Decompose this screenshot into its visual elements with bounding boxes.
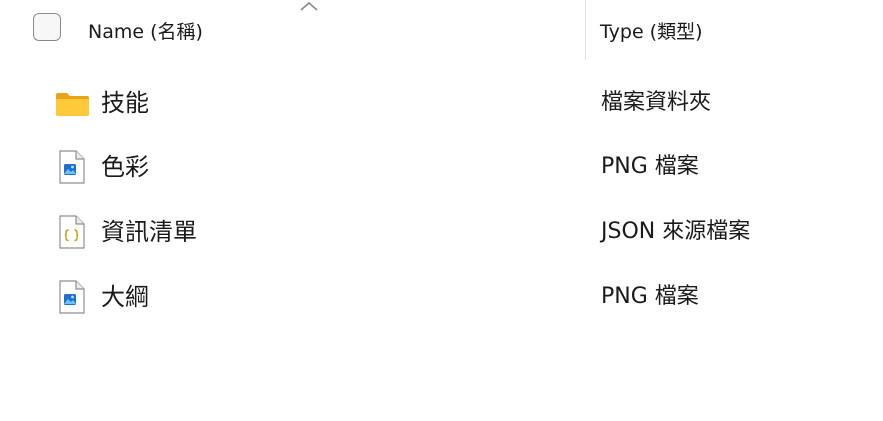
- file-row-manifest[interactable]: 資訊清單 JSON 來源檔案: [0, 207, 883, 257]
- file-type: 檔案資料夾: [601, 90, 712, 115]
- folder-icon: [56, 93, 89, 116]
- file-name[interactable]: 技能: [101, 88, 149, 118]
- file-type: JSON 來源檔案: [601, 219, 751, 244]
- column-type-header[interactable]: Type (類型): [600, 18, 703, 46]
- file-name[interactable]: 色彩: [101, 152, 149, 182]
- file-row-outline[interactable]: 大綱 PNG 檔案: [0, 272, 883, 322]
- select-all-checkbox[interactable]: [33, 13, 61, 41]
- file-name[interactable]: 資訊清單: [101, 217, 197, 247]
- json-file-icon: [59, 215, 85, 249]
- image-file-icon: [59, 150, 85, 184]
- file-row-skills[interactable]: 技能 檔案資料夾: [0, 78, 883, 128]
- column-name-header[interactable]: Name (名稱): [88, 18, 203, 46]
- column-divider[interactable]: [585, 0, 586, 60]
- image-file-icon: [59, 280, 85, 314]
- file-row-colors[interactable]: 色彩 PNG 檔案: [0, 142, 883, 192]
- file-name[interactable]: 大綱: [101, 282, 149, 312]
- column-header: Name (名稱) Type (類型): [0, 0, 883, 60]
- sort-caret-up-icon[interactable]: [299, 0, 319, 12]
- file-type: PNG 檔案: [601, 154, 699, 179]
- file-type: PNG 檔案: [601, 284, 699, 309]
